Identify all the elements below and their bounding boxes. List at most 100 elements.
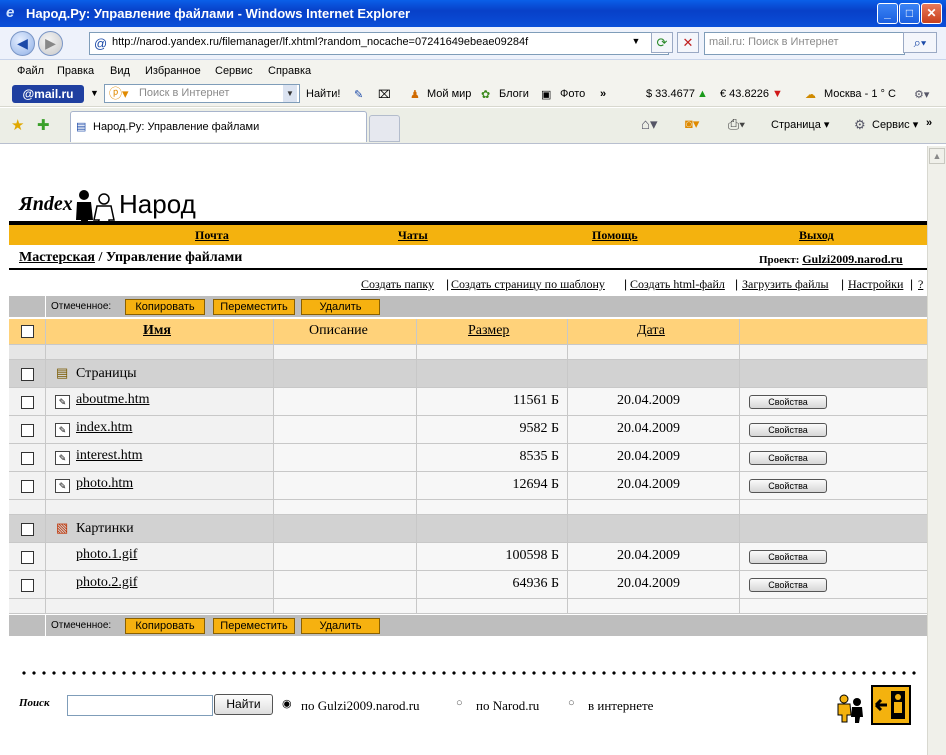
- properties-button[interactable]: Свойства: [749, 395, 827, 409]
- col-name-header[interactable]: Имя: [143, 323, 171, 339]
- exit-door-icon[interactable]: [871, 685, 911, 725]
- properties-button[interactable]: Свойства: [749, 451, 827, 465]
- edit-file-icon[interactable]: ✎: [55, 451, 70, 465]
- edit-file-icon[interactable]: ✎: [55, 479, 70, 493]
- mailru-search-input[interactable]: ⓟ▾ Поиск в Интернет ▼: [104, 84, 300, 103]
- narod-logo-text[interactable]: Народ: [119, 189, 196, 220]
- blogs-link[interactable]: Блоги: [499, 88, 529, 100]
- address-dropdown-button[interactable]: ▼: [627, 32, 645, 53]
- print-icon[interactable]: ⎙▾: [728, 116, 745, 133]
- tools-gear-icon[interactable]: ⚙: [854, 117, 866, 133]
- upload-files-link[interactable]: Загрузить файлы: [742, 277, 829, 292]
- delete-button[interactable]: Удалить: [301, 299, 380, 315]
- menu-help[interactable]: Справка: [268, 65, 311, 77]
- favorites-star-icon[interactable]: ★: [11, 116, 24, 134]
- menu-tools[interactable]: Сервис: [215, 65, 253, 77]
- file-checkbox[interactable]: [21, 424, 34, 437]
- web-search-input[interactable]: mail.ru: Поиск в Интернет: [704, 32, 905, 55]
- file-checkbox[interactable]: [21, 551, 34, 564]
- properties-button[interactable]: Свойства: [749, 550, 827, 564]
- page-menu[interactable]: Страница ▾: [771, 118, 829, 131]
- menu-favorites[interactable]: Избранное: [145, 65, 201, 77]
- nav-chats[interactable]: Чаты: [398, 228, 428, 243]
- yandex-logo[interactable]: Яndex: [19, 193, 73, 216]
- copy-button[interactable]: Копировать: [125, 618, 205, 634]
- file-name-link[interactable]: index.htm: [76, 420, 132, 436]
- file-name-link[interactable]: photo.htm: [76, 476, 133, 492]
- feeds-icon[interactable]: ◙▾: [685, 116, 699, 132]
- find-button[interactable]: Найти!: [306, 88, 340, 100]
- file-checkbox[interactable]: [21, 579, 34, 592]
- copy-button[interactable]: Копировать: [125, 299, 205, 315]
- highlight-icon[interactable]: ✎: [354, 88, 363, 101]
- delete-button[interactable]: Удалить: [301, 618, 380, 634]
- usd-rate[interactable]: $ 33.4677: [646, 88, 695, 100]
- add-favorites-icon[interactable]: ✚: [37, 116, 50, 134]
- vertical-scrollbar[interactable]: ▲: [927, 146, 946, 755]
- create-page-template-link[interactable]: Создать страницу по шаблону: [451, 277, 605, 292]
- toolbar-options-icon[interactable]: ⚙▾: [914, 88, 929, 101]
- site-search-input[interactable]: [67, 695, 213, 716]
- edit-file-icon[interactable]: ✎: [55, 395, 70, 409]
- file-name-link[interactable]: photo.1.gif: [76, 547, 137, 563]
- select-all-checkbox[interactable]: [21, 325, 34, 338]
- tab-active[interactable]: ▤ Народ.Ру: Управление файлами: [70, 111, 367, 142]
- close-button[interactable]: ✕: [921, 3, 942, 24]
- file-checkbox[interactable]: [21, 452, 34, 465]
- file-name-link[interactable]: aboutme.htm: [76, 392, 150, 408]
- group-checkbox[interactable]: [21, 523, 34, 536]
- file-checkbox[interactable]: [21, 480, 34, 493]
- search-page-icon[interactable]: ⌧: [378, 88, 391, 101]
- create-html-link[interactable]: Создать html-файл: [630, 277, 725, 292]
- nav-mail[interactable]: Почта: [195, 228, 229, 243]
- menu-edit[interactable]: Правка: [57, 65, 94, 77]
- refresh-icon[interactable]: ⟳: [651, 32, 673, 53]
- properties-button[interactable]: Свойства: [749, 479, 827, 493]
- weather-text[interactable]: Москва - 1 ° C: [824, 88, 896, 100]
- address-input[interactable]: @ http://narod.yandex.ru/filemanager/lf.…: [89, 32, 669, 55]
- more-chevron-icon[interactable]: »: [600, 88, 606, 100]
- search-icon[interactable]: ⌕▾: [903, 32, 937, 53]
- site-search-button[interactable]: Найти: [214, 694, 273, 715]
- stop-icon[interactable]: ✕: [677, 32, 699, 53]
- create-folder-link[interactable]: Создать папку: [361, 277, 434, 292]
- properties-button[interactable]: Свойства: [749, 578, 827, 592]
- radio-site[interactable]: ◉: [282, 697, 292, 710]
- col-size-header[interactable]: Размер: [468, 323, 509, 339]
- nav-help[interactable]: Помощь: [592, 228, 638, 243]
- properties-button[interactable]: Свойства: [749, 423, 827, 437]
- col-date-header[interactable]: Дата: [637, 323, 665, 339]
- minimize-button[interactable]: _: [877, 3, 898, 24]
- radio-narod[interactable]: ○: [456, 697, 463, 709]
- chevron-down-icon[interactable]: ▼: [90, 88, 99, 98]
- back-button[interactable]: ◀: [10, 31, 35, 56]
- settings-link[interactable]: Настройки: [848, 277, 903, 292]
- file-checkbox[interactable]: [21, 396, 34, 409]
- scroll-up-icon[interactable]: ▲: [929, 148, 945, 164]
- nav-exit[interactable]: Выход: [799, 228, 834, 243]
- photo-link[interactable]: Фото: [560, 88, 585, 100]
- project-name-link[interactable]: Gulzi2009.narod.ru: [802, 252, 902, 266]
- radio-internet[interactable]: ○: [568, 697, 575, 709]
- edit-file-icon[interactable]: ✎: [55, 423, 70, 437]
- eur-rate[interactable]: € 43.8226: [720, 88, 769, 100]
- new-tab-button[interactable]: [369, 115, 400, 142]
- file-name-link[interactable]: photo.2.gif: [76, 575, 137, 591]
- service-menu[interactable]: Сервис ▾: [872, 118, 918, 131]
- search-dropdown-icon[interactable]: ▼: [283, 85, 297, 102]
- file-name-link[interactable]: interest.htm: [76, 448, 143, 464]
- menu-view[interactable]: Вид: [110, 65, 130, 77]
- maximize-button[interactable]: □: [899, 3, 920, 24]
- moy-mir-link[interactable]: Мой мир: [427, 88, 471, 100]
- forward-button[interactable]: ▶: [38, 31, 63, 56]
- mailru-logo[interactable]: @mail.ru: [12, 85, 84, 103]
- help-link[interactable]: ?: [918, 277, 923, 292]
- move-button[interactable]: Переместить: [213, 299, 295, 315]
- move-button[interactable]: Переместить: [213, 618, 295, 634]
- group-checkbox[interactable]: [21, 368, 34, 381]
- breadcrumb-workshop-link[interactable]: Мастерская: [19, 250, 95, 265]
- more-tools-chevron-icon[interactable]: »: [926, 117, 932, 129]
- menu-file[interactable]: Файл: [17, 65, 44, 77]
- narod-people-small-icon[interactable]: [835, 693, 865, 723]
- home-icon[interactable]: ⌂▾: [641, 115, 658, 133]
